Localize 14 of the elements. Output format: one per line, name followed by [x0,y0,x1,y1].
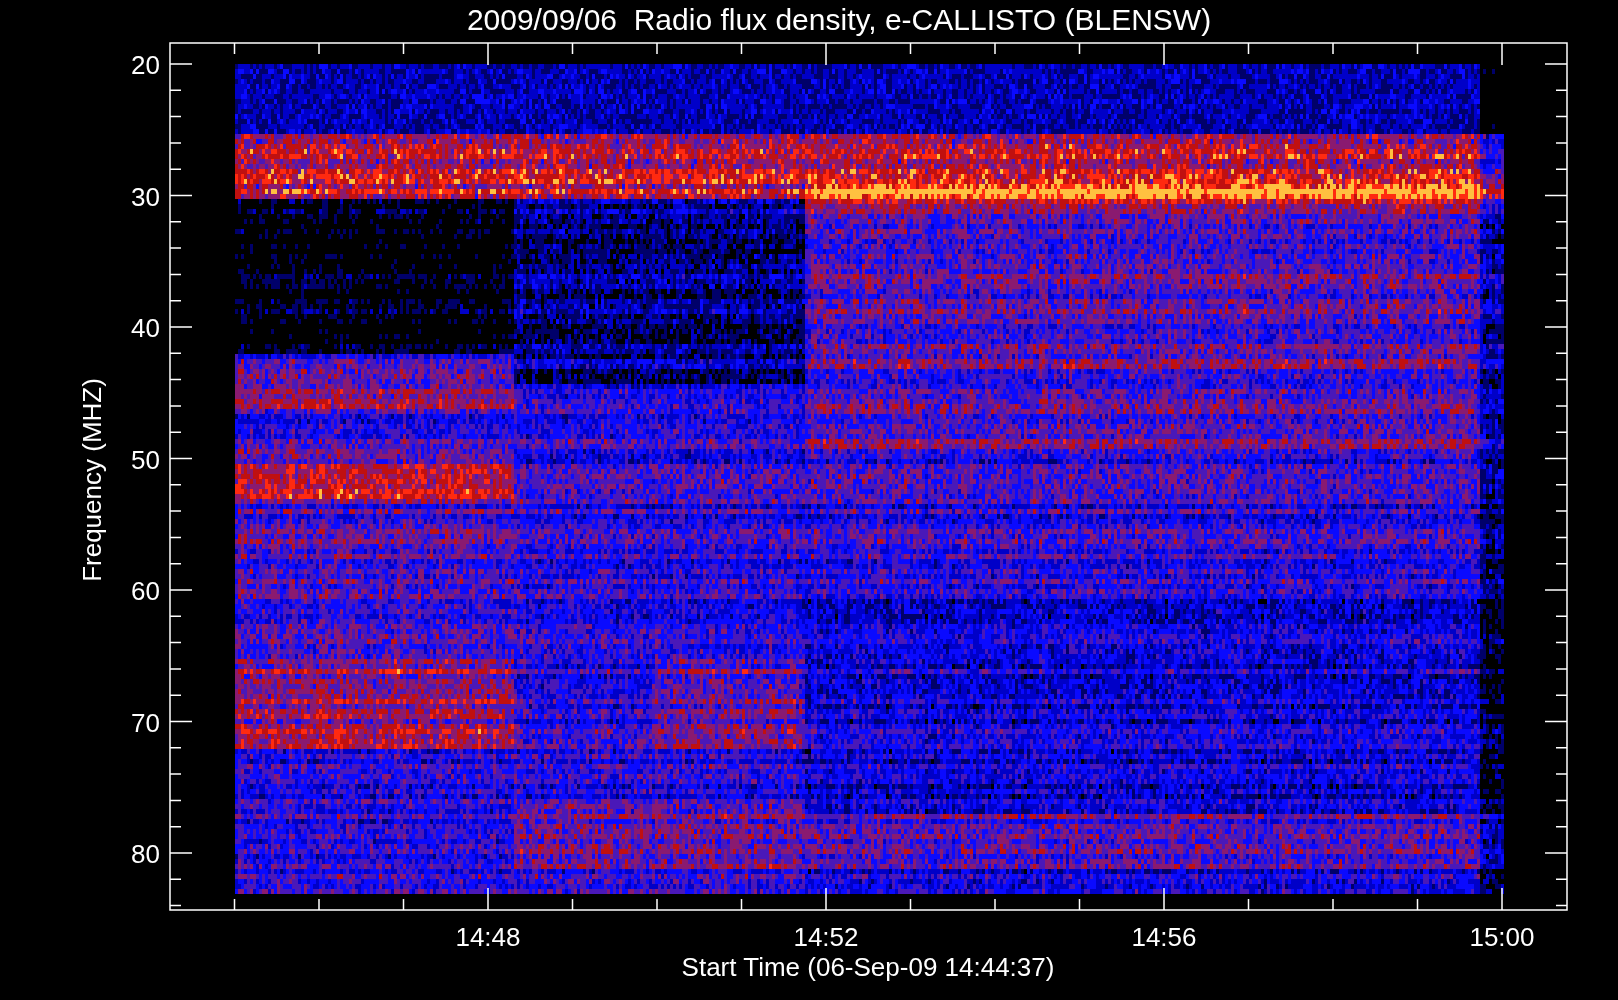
y-tick-label: 70 [131,707,160,738]
y-tick-label: 20 [131,50,160,80]
x-tick-label: 15:00 [1469,922,1535,952]
x-tick-label: 14:52 [793,922,859,952]
x-axis-label: Start Time (06-Sep-09 14:44:37) [681,952,1055,982]
x-tick-label: 14:56 [1131,922,1197,952]
x-tick-label: 14:48 [455,922,521,952]
y-tick-label: 60 [131,576,160,606]
chart-title: 2009/09/06 Radio flux density, e-CALLISTO (BLENSW) [466,3,1212,36]
y-tick-label: 30 [131,181,160,212]
y-tick-label: 40 [131,313,160,343]
y-tick-label: 80 [131,839,160,869]
y-axis-label: Frequency (MHZ) [77,378,107,582]
y-tick-label: 50 [131,444,160,475]
